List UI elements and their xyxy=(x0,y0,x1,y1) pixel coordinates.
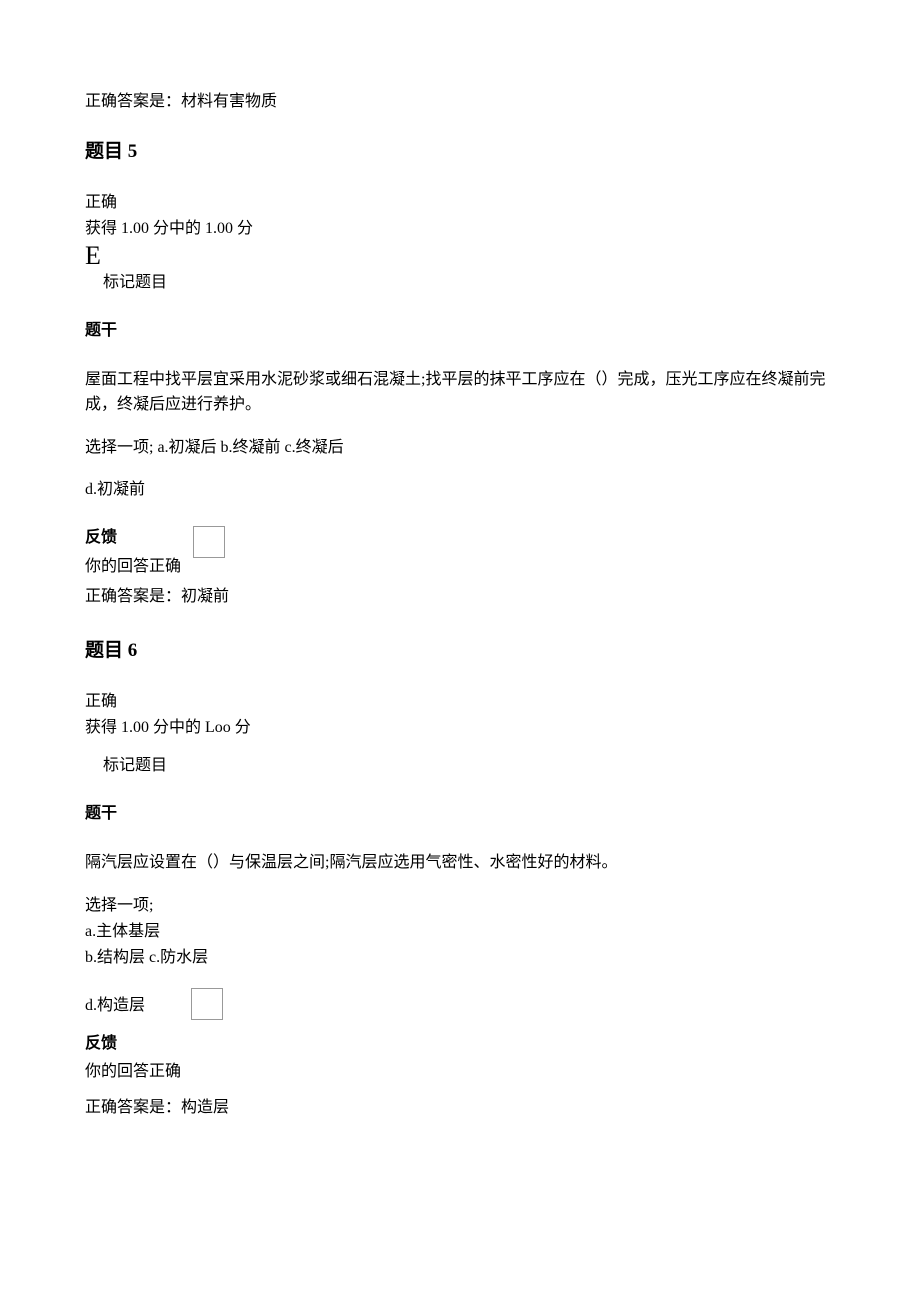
q6-feedback-heading: 反馈 xyxy=(85,1032,835,1056)
q5-options-abc: 选择一项; a.初凝后 b.终凝前 c.终凝后 xyxy=(85,436,835,460)
prev-correct-answer: 正确答案是：材料有害物质 xyxy=(85,90,835,114)
question-6-heading: 题目 6 xyxy=(85,637,835,666)
q5-correct-answer: 正确答案是：初凝前 xyxy=(85,585,835,609)
q5-feedback-heading: 反馈 xyxy=(85,526,185,550)
q6-feedback-text: 你的回答正确 xyxy=(85,1060,835,1084)
question-5-heading: 题目 5 xyxy=(85,138,835,167)
question-5-block: 题目 5 正确 获得 1.00 分中的 1.00 分 E 标记题目 题干 屋面工… xyxy=(85,138,835,609)
q5-option-d[interactable]: d.初凝前 xyxy=(85,478,835,502)
q5-mark-question-link[interactable]: 标记题目 xyxy=(103,271,835,295)
q5-question-text: 屋面工程中找平层宜采用水泥砂浆或细石混凝土;找平层的抹平工序应在（）完成，压光工… xyxy=(85,367,835,418)
q5-feedback-text: 你的回答正确 xyxy=(85,554,185,580)
q6-stem-heading: 题干 xyxy=(85,802,835,826)
q6-correct-answer: 正确答案是：构造层 xyxy=(85,1096,835,1120)
q6-mark-question-link[interactable]: 标记题目 xyxy=(103,754,835,778)
question-6-block: 题目 6 正确 获得 1.00 分中的 Loo 分 标记题目 题干 隔汽层应设置… xyxy=(85,637,835,1120)
q6-options-list: 选择一项; a.主体基层 b.结构层 c.防水层 xyxy=(85,893,835,970)
q5-checkbox[interactable] xyxy=(193,526,225,558)
q6-select-label: 选择一项; xyxy=(85,893,835,919)
q6-question-text: 隔汽层应设置在（）与保温层之间;隔汽层应选用气密性、水密性好的材料。 xyxy=(85,850,835,876)
q5-e-mark: E xyxy=(85,243,835,269)
q6-status: 正确 xyxy=(85,690,835,714)
q5-stem-heading: 题干 xyxy=(85,319,835,343)
q6-checkbox[interactable] xyxy=(191,988,223,1020)
q6-option-a[interactable]: a.主体基层 xyxy=(85,919,835,945)
q6-score: 获得 1.00 分中的 Loo 分 xyxy=(85,716,835,740)
q5-status: 正确 xyxy=(85,191,835,215)
q6-option-bc[interactable]: b.结构层 c.防水层 xyxy=(85,945,835,971)
q6-option-d[interactable]: d.构造层 xyxy=(85,994,145,1018)
q5-score: 获得 1.00 分中的 1.00 分 xyxy=(85,217,835,241)
